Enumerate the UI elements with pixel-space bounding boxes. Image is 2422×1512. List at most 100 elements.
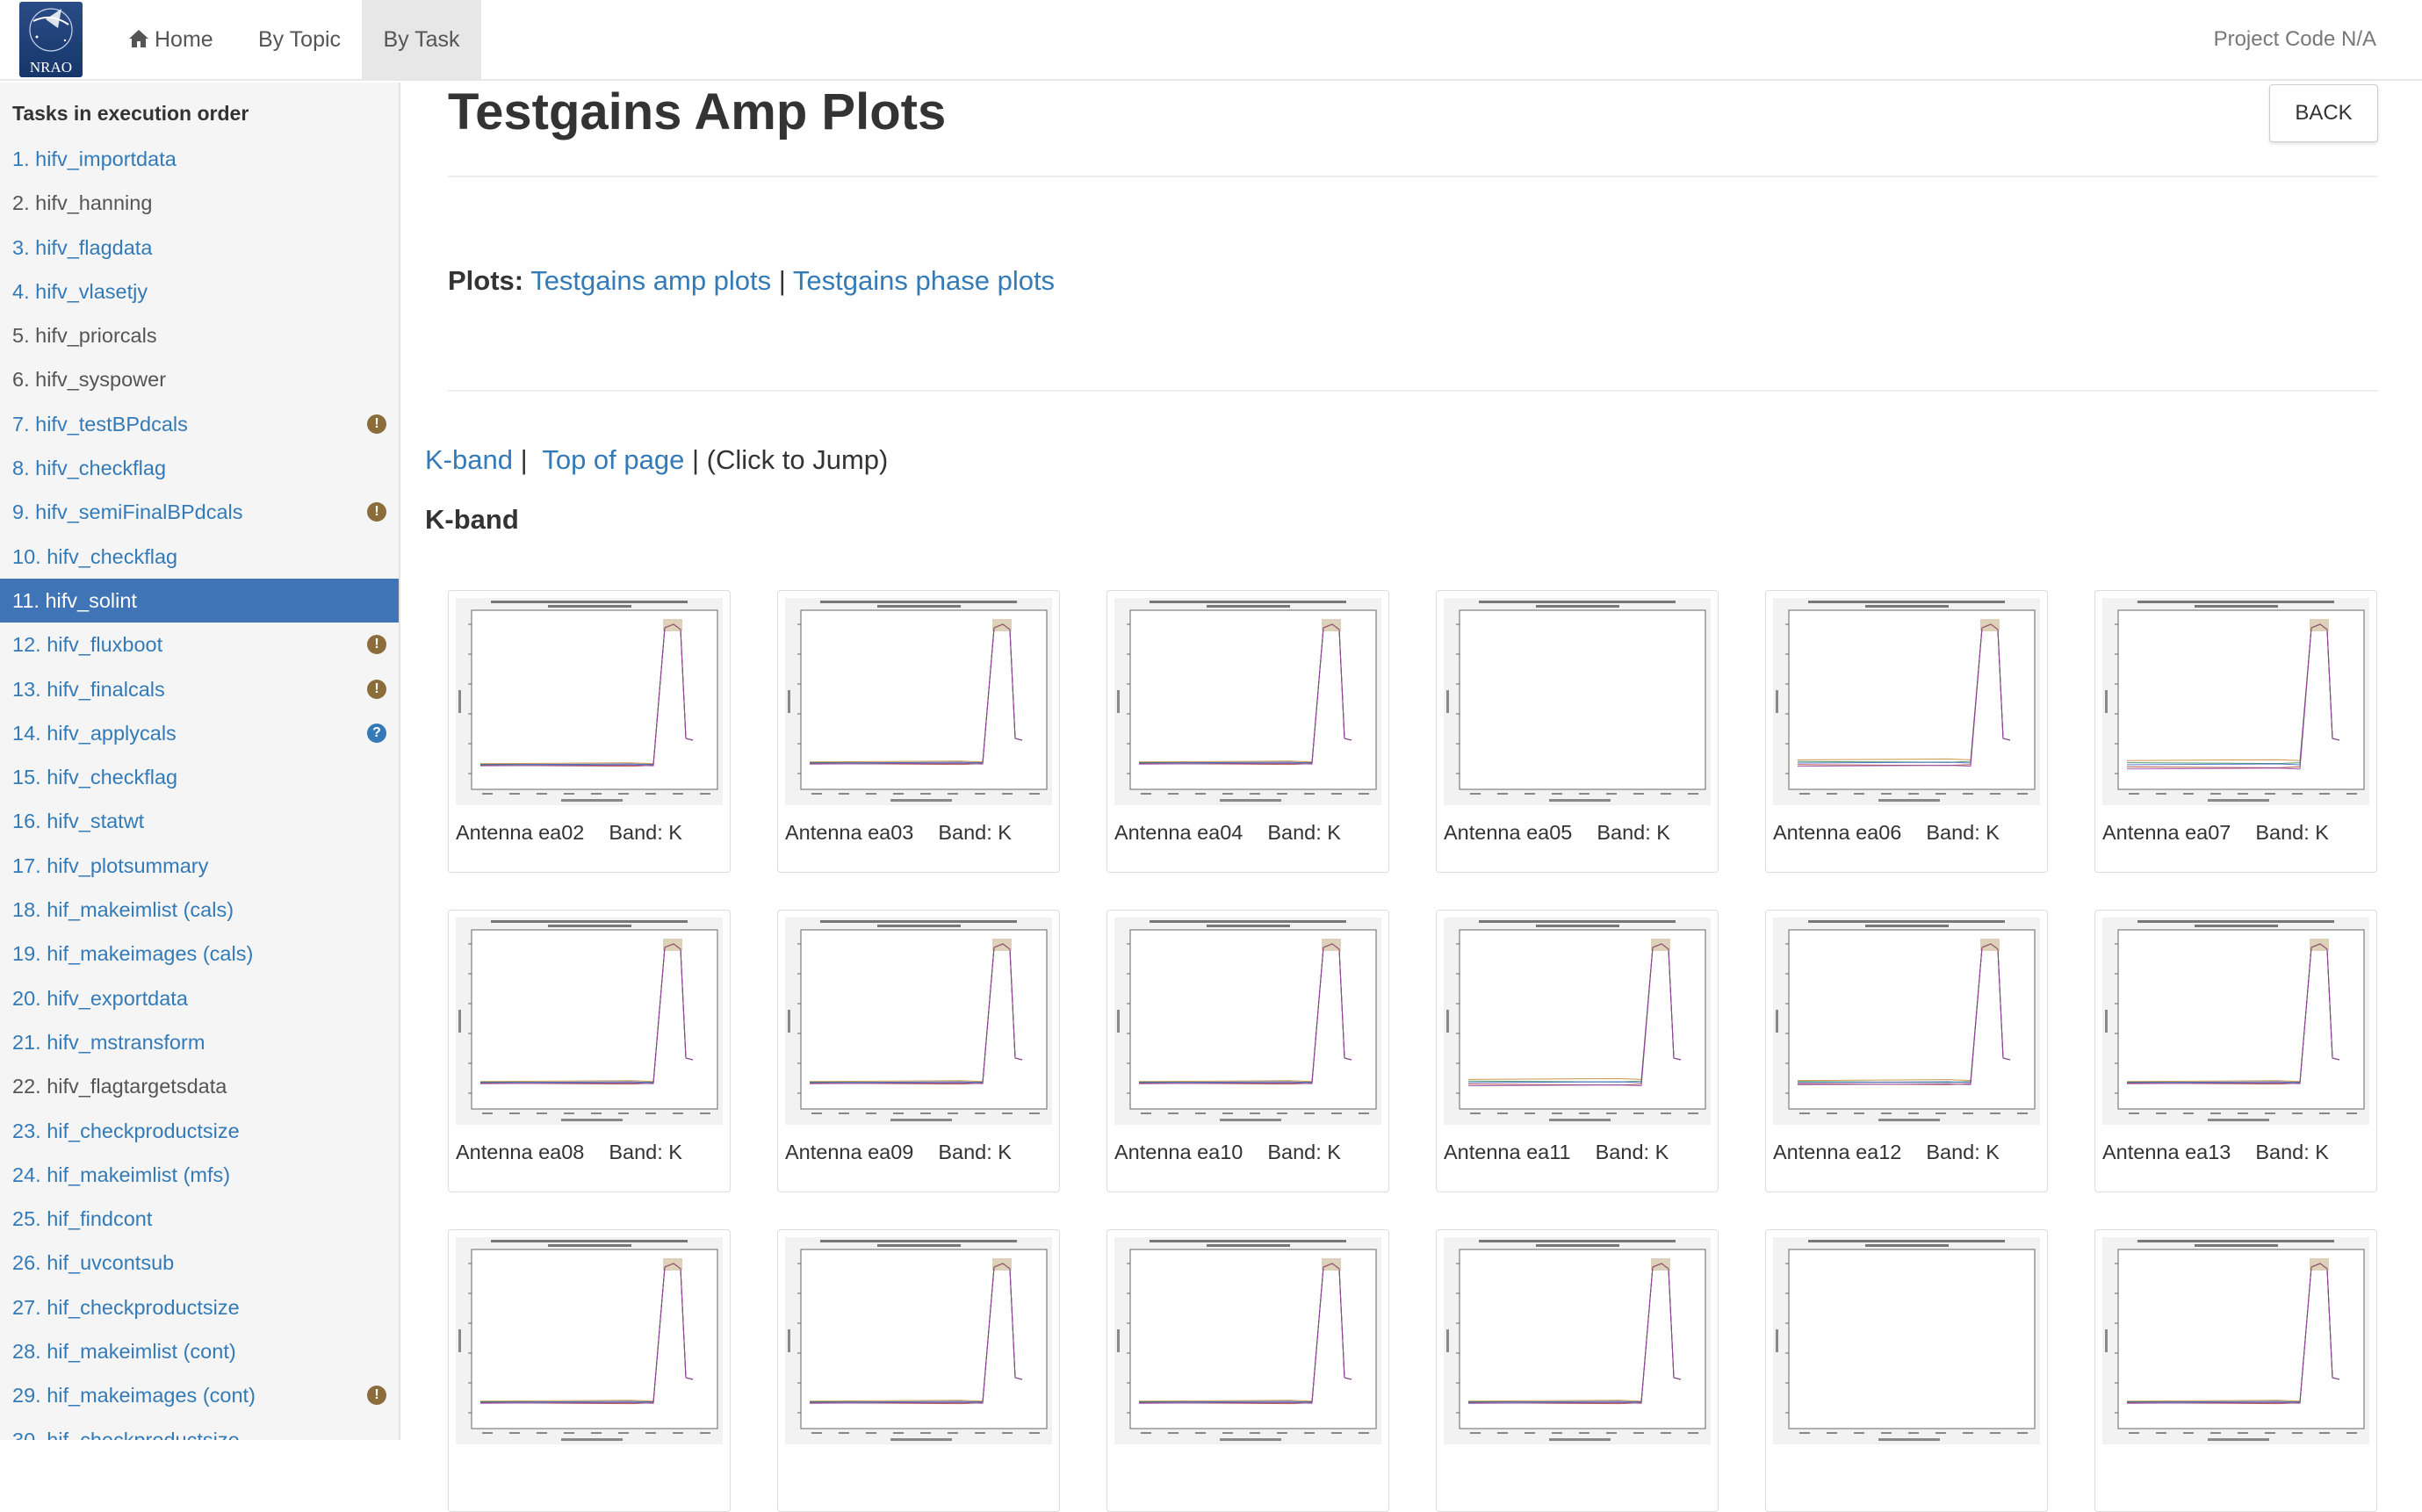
plot-thumbnail[interactable]: Antenna ea12 Band: K — [1765, 910, 2048, 1192]
sidebar-task-item[interactable]: 20. hifv_exportdata — [0, 976, 399, 1020]
sidebar-task-label: 13. hifv_finalcals — [12, 677, 165, 701]
sidebar-task-item[interactable]: 6. hifv_syspower — [0, 357, 399, 401]
band-label: Band: K — [609, 1141, 682, 1163]
sidebar-task-item[interactable]: 4. hifv_vlasetjy — [0, 270, 399, 313]
plot-thumbnail[interactable]: Antenna ea04 Band: K — [1106, 590, 1389, 873]
sidebar-task-item[interactable]: 8. hifv_checkflag — [0, 446, 399, 490]
antenna-label: Antenna ea08 — [456, 1141, 585, 1163]
thumbnail-caption: Antenna ea11 Band: K — [1444, 1141, 1714, 1164]
kband-jump-link[interactable]: K-band — [425, 444, 513, 475]
plot-thumbnail[interactable] — [777, 1229, 1060, 1512]
sidebar-task-item[interactable]: 3. hifv_flagdata — [0, 226, 399, 270]
antenna-label: Antenna ea07 — [2102, 821, 2231, 844]
plot-thumbnail[interactable]: Antenna ea03 Band: K — [777, 590, 1060, 873]
band-label: Band: K — [1597, 821, 1670, 844]
sidebar-task-item[interactable]: 29. hif_makeimages (cont)! — [0, 1373, 399, 1417]
thumbnail-caption — [1773, 1460, 2044, 1484]
antenna-label: Antenna ea12 — [1773, 1141, 1902, 1163]
amp-plots-link[interactable]: Testgains amp plots — [530, 265, 771, 296]
plot-thumbnail[interactable] — [1765, 1229, 2048, 1512]
plot-thumbnail[interactable] — [448, 1229, 731, 1512]
sidebar-task-item[interactable]: 23. hif_checkproductsize — [0, 1109, 399, 1153]
sidebar-task-item[interactable]: 18. hif_makeimlist (cals) — [0, 888, 399, 932]
thumbnail-caption: Antenna ea08 Band: K — [456, 1141, 726, 1164]
sidebar-task-item[interactable]: 19. hif_makeimages (cals) — [0, 932, 399, 976]
sidebar-task-item[interactable]: 10. hifv_checkflag — [0, 535, 399, 579]
plot-thumbnail[interactable]: Antenna ea10 Band: K — [1106, 910, 1389, 1192]
plot-thumbnail[interactable]: Antenna ea11 Band: K — [1436, 910, 1719, 1192]
sidebar-task-item[interactable]: 26. hif_uvcontsub — [0, 1241, 399, 1285]
amp-plot-image — [1114, 598, 1381, 805]
amp-plot-image — [1114, 918, 1381, 1125]
sidebar-task-item[interactable]: 15. hifv_checkflag — [0, 755, 399, 799]
sidebar-task-label: 27. hif_checkproductsize — [12, 1295, 240, 1319]
plot-thumbnail[interactable]: Antenna ea08 Band: K — [448, 910, 731, 1192]
home-icon — [128, 2, 149, 81]
antenna-label: Antenna ea02 — [456, 821, 585, 844]
plot-thumbnail[interactable]: Antenna ea02 Band: K — [448, 590, 731, 873]
plot-thumbnail[interactable] — [1106, 1229, 1389, 1512]
sidebar-task-item[interactable]: 16. hifv_statwt — [0, 799, 399, 843]
sidebar-task-item[interactable]: 13. hifv_finalcals! — [0, 667, 399, 711]
divider — [448, 390, 2378, 392]
nav-home[interactable]: Home — [105, 0, 236, 79]
page-title: Testgains Amp Plots — [448, 83, 947, 140]
sidebar-task-label: 24. hif_makeimlist (mfs) — [12, 1163, 231, 1186]
sidebar-task-label: 2. hifv_hanning — [12, 191, 153, 215]
nav-by-task[interactable]: By Task — [362, 0, 481, 79]
back-button[interactable]: BACK — [2269, 84, 2378, 142]
nrao-logo-icon: NRAO — [29, 8, 73, 76]
plot-thumbnail[interactable] — [2094, 1229, 2377, 1512]
band-label: Band: K — [1267, 821, 1341, 844]
thumbnail-caption — [456, 1460, 726, 1484]
plot-thumbnail[interactable]: Antenna ea07 Band: K — [2094, 590, 2377, 873]
nav-by-topic[interactable]: By Topic — [235, 0, 364, 79]
sidebar-task-label: 3. hifv_flagdata — [12, 235, 153, 259]
sidebar-task-item[interactable]: 22. hifv_flagtargetsdata — [0, 1064, 399, 1108]
warning-icon: ! — [367, 635, 386, 655]
antenna-label: Antenna ea13 — [2102, 1141, 2231, 1163]
warning-icon: ! — [367, 414, 386, 434]
nrao-logo[interactable]: NRAO — [19, 2, 83, 77]
amp-plot-image — [785, 598, 1052, 805]
sidebar-task-item[interactable]: 5. hifv_priorcals — [0, 313, 399, 357]
plot-thumbnail[interactable]: Antenna ea06 Band: K — [1765, 590, 2048, 873]
phase-plots-link[interactable]: Testgains phase plots — [793, 265, 1055, 296]
sidebar-task-label: 1. hifv_importdata — [12, 148, 177, 170]
sidebar-task-label: 16. hifv_statwt — [12, 810, 145, 833]
amp-plot-image — [456, 918, 723, 1125]
thumbnail-caption — [1114, 1460, 1385, 1484]
sidebar-task-item[interactable]: 21. hifv_mstransform — [0, 1020, 399, 1064]
jump-hint: (Click to Jump) — [706, 444, 889, 475]
sidebar-task-item[interactable]: 28. hif_makeimlist (cont) — [0, 1329, 399, 1373]
sidebar-task-item[interactable]: 7. hifv_testBPdcals! — [0, 402, 399, 446]
top-of-page-link[interactable]: Top of page — [542, 444, 684, 475]
sidebar-task-label: 14. hifv_applycals — [12, 721, 177, 745]
plot-thumbnail[interactable] — [1436, 1229, 1719, 1512]
sidebar-task-label: 4. hifv_vlasetjy — [12, 279, 148, 303]
sidebar-task-item[interactable]: 2. hifv_hanning — [0, 181, 399, 225]
sidebar-task-item[interactable]: 9. hifv_semiFinalBPdcals! — [0, 490, 399, 534]
link-separator: | — [691, 444, 700, 475]
sidebar-task-item[interactable]: 25. hif_findcont — [0, 1197, 399, 1241]
sidebar-task-item[interactable]: 24. hif_makeimlist (mfs) — [0, 1153, 399, 1197]
plot-thumbnail[interactable]: Antenna ea05 Band: K — [1436, 590, 1719, 873]
antenna-label: Antenna ea09 — [785, 1141, 914, 1163]
thumbnail-caption: Antenna ea03 Band: K — [785, 821, 1056, 845]
sidebar-task-item[interactable]: 12. hifv_fluxboot! — [0, 623, 399, 666]
sidebar-task-item[interactable]: 14. hifv_applycals? — [0, 711, 399, 755]
sidebar-task-label: 30. hif_checkproductsize — [12, 1428, 240, 1440]
plot-thumbnail[interactable]: Antenna ea09 Band: K — [777, 910, 1060, 1192]
amp-plot-image — [2102, 918, 2369, 1125]
sidebar-task-item[interactable]: 1. hifv_importdata — [0, 137, 399, 181]
plot-thumbnail[interactable]: Antenna ea13 Band: K — [2094, 910, 2377, 1192]
sidebar-task-item[interactable]: 30. hif_checkproductsize — [0, 1418, 399, 1440]
sidebar-task-item[interactable]: 11. hifv_solint — [0, 578, 399, 623]
amp-plot-image — [1444, 1237, 1711, 1444]
task-list: 1. hifv_importdata 2. hifv_hanning 3. hifv… — [0, 137, 399, 1440]
sidebar-task-item[interactable]: 27. hif_checkproductsize — [0, 1285, 399, 1329]
antenna-label: Antenna ea06 — [1773, 821, 1902, 844]
sidebar-task-label: 7. hifv_testBPdcals — [12, 412, 188, 436]
sidebar-task-item[interactable]: 17. hifv_plotsummary — [0, 844, 399, 888]
warning-icon: ! — [367, 679, 386, 699]
